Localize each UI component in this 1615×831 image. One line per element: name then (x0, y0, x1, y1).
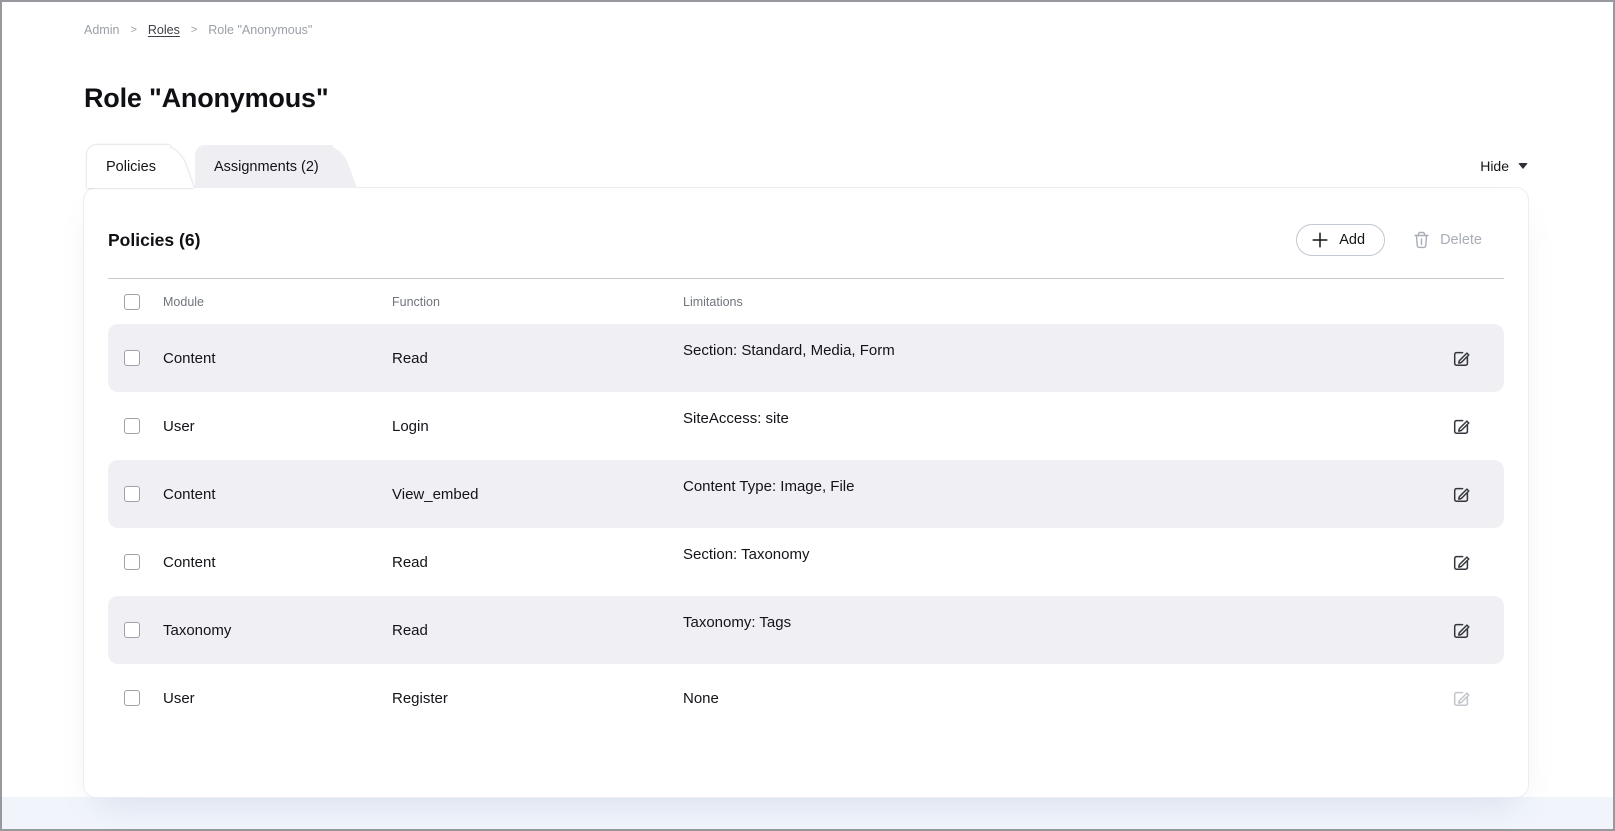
limitations-cell: Section: Standard, Media, Form (683, 342, 1419, 359)
edit-icon (1452, 417, 1471, 436)
edit-icon (1452, 621, 1471, 640)
table-row: Content Read Section: Standard, Media, F… (108, 324, 1504, 392)
limitations-cell: SiteAccess: site (683, 410, 1419, 427)
edit-button[interactable] (1452, 621, 1471, 640)
module-cell: Content (163, 554, 392, 571)
function-cell: Read (392, 350, 683, 367)
table-row: Content Read Section: Taxonomy (108, 528, 1504, 596)
function-cell: Read (392, 554, 683, 571)
table-row: Taxonomy Read Taxonomy: Tags (108, 596, 1504, 664)
edit-button[interactable] (1452, 553, 1471, 572)
panel-title: Policies (6) (108, 230, 200, 251)
table-header: Module Function Limitations (108, 278, 1504, 324)
page: { "breadcrumb": { "separator": ">", "ite… (0, 0, 1615, 831)
tab-list: Policies Assignments (2) (84, 145, 333, 188)
hide-toggle[interactable]: Hide (1480, 158, 1528, 188)
policies-panel: Policies (6) Add (84, 188, 1528, 797)
tab-label: Policies (106, 159, 156, 175)
edit-button[interactable] (1452, 417, 1471, 436)
limitations-cell: None (683, 690, 1419, 707)
delete-button: Delete (1413, 231, 1482, 249)
trash-icon (1413, 231, 1430, 249)
breadcrumb-item[interactable]: Roles (148, 23, 180, 37)
function-cell: View_embed (392, 486, 683, 503)
select-all-checkbox[interactable] (124, 294, 140, 310)
breadcrumb-item: Admin (84, 23, 119, 37)
breadcrumb-item: Role "Anonymous" (208, 23, 312, 37)
panel-header: Policies (6) Add (108, 188, 1504, 278)
row-checkbox[interactable] (124, 418, 140, 434)
module-cell: Content (163, 486, 392, 503)
edit-button[interactable] (1452, 485, 1471, 504)
row-checkbox[interactable] (124, 486, 140, 502)
edit-icon (1452, 485, 1471, 504)
policies-table: Module Function Limitations Content Read… (108, 278, 1504, 732)
module-cell: User (163, 418, 392, 435)
add-button[interactable]: Add (1296, 224, 1385, 256)
column-header-module: Module (163, 295, 392, 309)
table-row: Content View_embed Content Type: Image, … (108, 460, 1504, 528)
module-cell: Taxonomy (163, 622, 392, 639)
limitations-cell: Taxonomy: Tags (683, 614, 1419, 631)
table-row: User Register None (108, 664, 1504, 732)
row-checkbox[interactable] (124, 690, 140, 706)
limitations-cell: Content Type: Image, File (683, 478, 1419, 495)
edit-icon (1452, 553, 1471, 572)
caret-down-icon (1518, 163, 1528, 169)
function-cell: Read (392, 622, 683, 639)
tab-label: Assignments (2) (214, 159, 319, 175)
module-cell: Content (163, 350, 392, 367)
function-cell: Register (392, 690, 683, 707)
breadcrumb-separator: > (191, 24, 197, 36)
column-header-limitations: Limitations (683, 295, 1419, 309)
module-cell: User (163, 690, 392, 707)
delete-button-label: Delete (1440, 232, 1482, 248)
edit-button (1452, 689, 1471, 708)
add-button-label: Add (1339, 232, 1365, 248)
panel-actions: Add Delete (1296, 224, 1504, 256)
breadcrumb-separator: > (130, 24, 136, 36)
table-row: User Login SiteAccess: site (108, 392, 1504, 460)
bottom-band (2, 797, 1613, 829)
function-cell: Login (392, 418, 683, 435)
row-checkbox[interactable] (124, 554, 140, 570)
tab-policies[interactable]: Policies (87, 145, 170, 188)
column-header-function: Function (392, 295, 683, 309)
edit-icon (1452, 349, 1471, 368)
hide-toggle-label: Hide (1480, 158, 1509, 174)
tabs-row: Policies Assignments (2) Hide (84, 145, 1528, 188)
limitations-cell: Section: Taxonomy (683, 546, 1419, 563)
breadcrumb: Admin > Roles > Role "Anonymous" (84, 23, 1528, 37)
page-title: Role "Anonymous" (84, 83, 1528, 114)
plus-icon (1311, 231, 1329, 249)
row-checkbox[interactable] (124, 622, 140, 638)
tab-assignments-2[interactable]: Assignments (2) (195, 145, 333, 188)
edit-icon (1452, 689, 1471, 708)
row-checkbox[interactable] (124, 350, 140, 366)
table-body: Content Read Section: Standard, Media, F… (108, 324, 1504, 732)
edit-button[interactable] (1452, 349, 1471, 368)
